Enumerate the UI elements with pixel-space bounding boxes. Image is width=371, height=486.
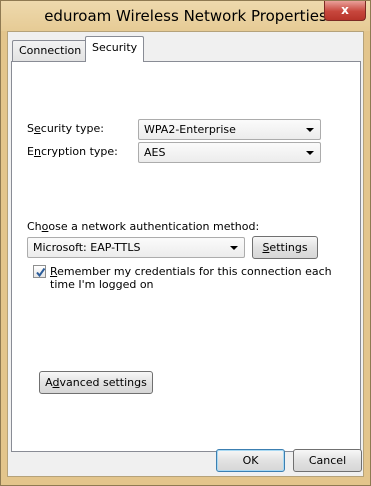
encryption-type-dropdown[interactable]: AES (138, 142, 321, 163)
tab-security[interactable]: Security (85, 36, 145, 62)
close-button[interactable]: x (324, 1, 366, 21)
close-icon: x (341, 3, 349, 17)
title-bar[interactable]: eduroam Wireless Network Properties x (1, 1, 370, 31)
chevron-down-icon (306, 128, 314, 132)
ok-button[interactable]: OK (216, 449, 285, 472)
auth-method-value: Microsoft: EAP-TTLS (33, 241, 141, 254)
settings-button[interactable]: Settings (252, 236, 318, 259)
remember-credentials-label-line2[interactable]: time I'm logged on (50, 278, 154, 291)
auth-method-dropdown[interactable]: Microsoft: EAP-TTLS (27, 237, 245, 258)
chevron-down-icon (230, 246, 238, 250)
remember-credentials-checkbox[interactable] (33, 265, 46, 278)
advanced-settings-button[interactable]: Advanced settings (39, 371, 153, 394)
encryption-type-value: AES (144, 146, 166, 159)
security-tab-panel: Security type: WPA2-Enterprise Encryptio… (11, 61, 361, 452)
encryption-type-label: Encryption type: (27, 145, 118, 158)
chevron-down-icon (306, 151, 314, 155)
window-title: eduroam Wireless Network Properties (44, 7, 327, 25)
cancel-button[interactable]: Cancel (293, 449, 362, 472)
security-type-dropdown[interactable]: WPA2-Enterprise (138, 119, 321, 140)
auth-method-label: Choose a network authentication method: (27, 220, 260, 233)
tab-connection[interactable]: Connection (12, 40, 89, 61)
checkmark-icon (36, 267, 46, 278)
security-type-label: Security type: (27, 122, 104, 135)
properties-window: eduroam Wireless Network Properties x Co… (0, 0, 371, 486)
dialog-client-area: Connection Security Security type: WPA2-… (7, 31, 364, 477)
tab-security-label: Security (92, 41, 138, 54)
remember-credentials-label[interactable]: Remember my credentials for this connect… (50, 265, 332, 278)
security-type-value: WPA2-Enterprise (144, 123, 236, 136)
tab-connection-label: Connection (19, 44, 82, 57)
